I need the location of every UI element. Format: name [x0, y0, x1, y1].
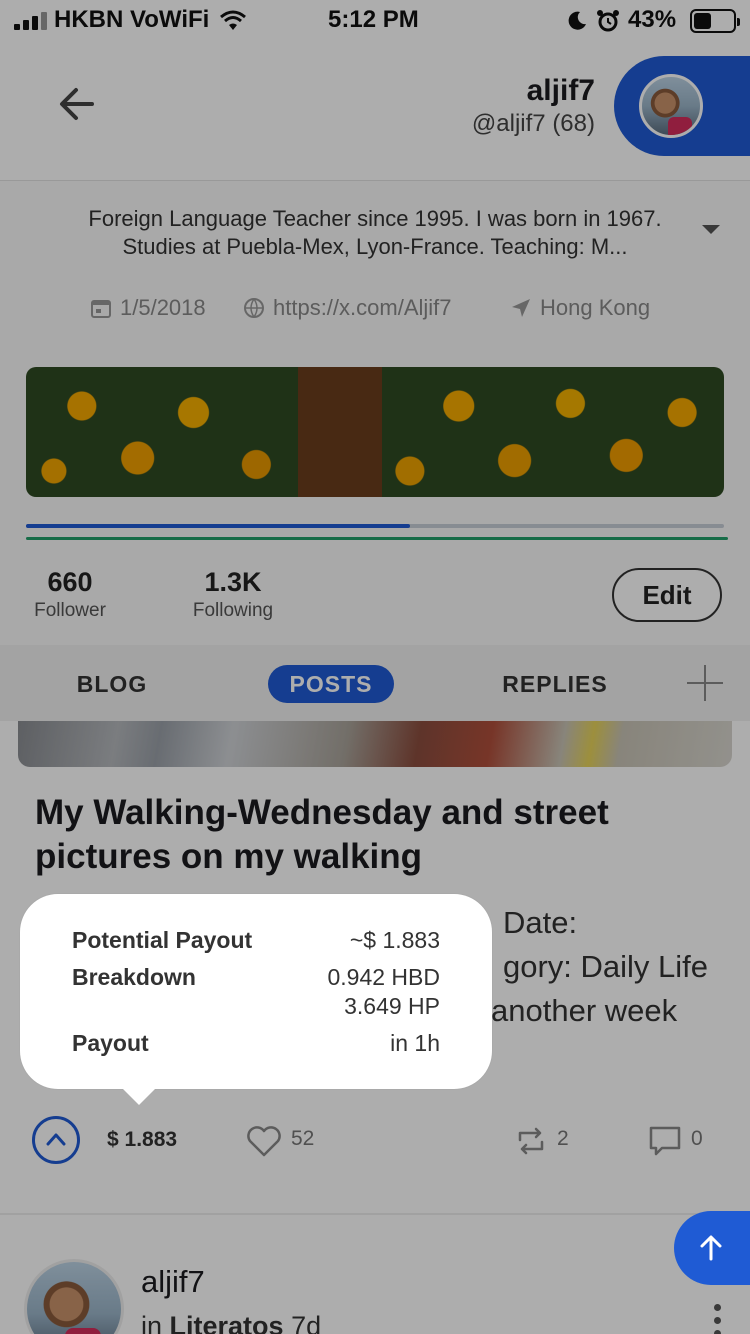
voting-power-bar	[26, 524, 724, 528]
payout-label: Payout	[72, 1030, 149, 1056]
community-name[interactable]: Literatos	[170, 1311, 284, 1334]
globe-icon	[244, 298, 264, 318]
post-image[interactable]	[18, 721, 732, 767]
next-post-community[interactable]: in Literatos 7d	[141, 1311, 321, 1334]
potential-payout-label: Potential Payout	[72, 927, 253, 953]
header-handle: @aljif7 (68)	[471, 110, 595, 137]
location: Hong Kong	[510, 295, 650, 321]
avatar-button[interactable]	[614, 56, 750, 156]
carrier-label: HKBN VoWiFi	[54, 6, 210, 33]
voting-power-fill	[26, 524, 410, 528]
arrow-up-icon	[700, 1235, 722, 1261]
moon-icon	[568, 11, 586, 30]
comment-icon[interactable]	[648, 1124, 682, 1158]
status-bar: HKBN VoWiFi 5:12 PM 43%	[0, 0, 750, 44]
heart-icon[interactable]	[246, 1124, 282, 1158]
like-count: 52	[291, 1127, 315, 1150]
profile-card: Foreign Language Teacher since 1995. I w…	[0, 180, 750, 645]
wifi-icon	[220, 10, 246, 30]
tab-blog[interactable]: BLOG	[60, 665, 164, 703]
website-text[interactable]: https://x.com/Aljif7	[273, 295, 452, 321]
next-post-avatar[interactable]	[24, 1259, 124, 1334]
profile-tabs: BLOG POSTS REPLIES	[0, 645, 750, 721]
avatar	[639, 74, 703, 138]
post-title[interactable]: My Walking-Wednesday and street pictures…	[35, 791, 715, 879]
post-divider	[0, 1213, 750, 1215]
clock: 5:12 PM	[328, 6, 419, 33]
scroll-to-top-button[interactable]	[674, 1211, 750, 1285]
potential-payout-value: ~$ 1.883	[349, 927, 440, 953]
breakdown-hbd: 0.942 HBD	[327, 964, 440, 990]
following-count: 1.3K	[204, 567, 262, 597]
battery-icon	[690, 9, 740, 33]
breakdown-hp: 3.649 HP	[344, 993, 440, 1019]
post-actions: $ 1.883 52 2 0	[0, 1116, 750, 1166]
reblog-icon[interactable]	[514, 1124, 548, 1158]
comment-count: 0	[691, 1127, 703, 1150]
tab-posts[interactable]: POSTS	[268, 665, 394, 703]
payout-tooltip: Potential Payout ~$ 1.883 Breakdown 0.94…	[20, 894, 492, 1105]
community-prefix: in	[141, 1311, 163, 1334]
upvote-button[interactable]	[32, 1116, 80, 1164]
calendar-icon	[91, 300, 111, 318]
resource-credit-bar	[26, 537, 728, 540]
followers-stat[interactable]: 660 Follower	[32, 567, 108, 622]
following-label: Following	[192, 600, 274, 621]
website-link[interactable]: https://x.com/Aljif7	[243, 295, 452, 321]
location-text: Hong Kong	[540, 295, 651, 320]
joined-date: 1/5/2018	[90, 295, 206, 321]
alarm-icon	[597, 10, 619, 32]
next-post-author[interactable]: aljif7	[141, 1264, 205, 1300]
profile-header: aljif7 @aljif7 (68)	[0, 44, 750, 180]
post-age: 7d	[291, 1311, 322, 1334]
payout-time-value: in 1h	[390, 1030, 440, 1056]
edit-profile-button[interactable]: Edit	[612, 568, 722, 622]
followers-label: Follower	[34, 600, 106, 621]
header-username: aljif7	[526, 74, 595, 107]
profile-meta: 1/5/2018 https://x.com/Aljif7 Hong Kong	[0, 295, 750, 323]
signal-icon	[14, 12, 48, 30]
followers-count: 660	[47, 567, 93, 597]
expand-bio-icon[interactable]	[702, 225, 720, 234]
chevron-up-icon	[46, 1133, 66, 1146]
breakdown-label: Breakdown	[72, 964, 196, 990]
cover-image	[26, 367, 724, 497]
following-stat[interactable]: 1.3K Following	[189, 567, 277, 622]
battery-percent: 43%	[628, 6, 677, 33]
reblog-count: 2	[557, 1127, 569, 1150]
joined-date-text: 1/5/2018	[120, 295, 206, 320]
back-arrow-icon[interactable]	[52, 84, 102, 124]
location-arrow-icon	[512, 299, 530, 317]
plus-icon[interactable]	[687, 665, 723, 701]
payout-amount[interactable]: $ 1.883	[107, 1128, 177, 1152]
tab-replies[interactable]: REPLIES	[490, 665, 620, 703]
profile-bio: Foreign Language Teacher since 1995. I w…	[88, 206, 662, 259]
more-options-icon[interactable]	[714, 1304, 722, 1334]
